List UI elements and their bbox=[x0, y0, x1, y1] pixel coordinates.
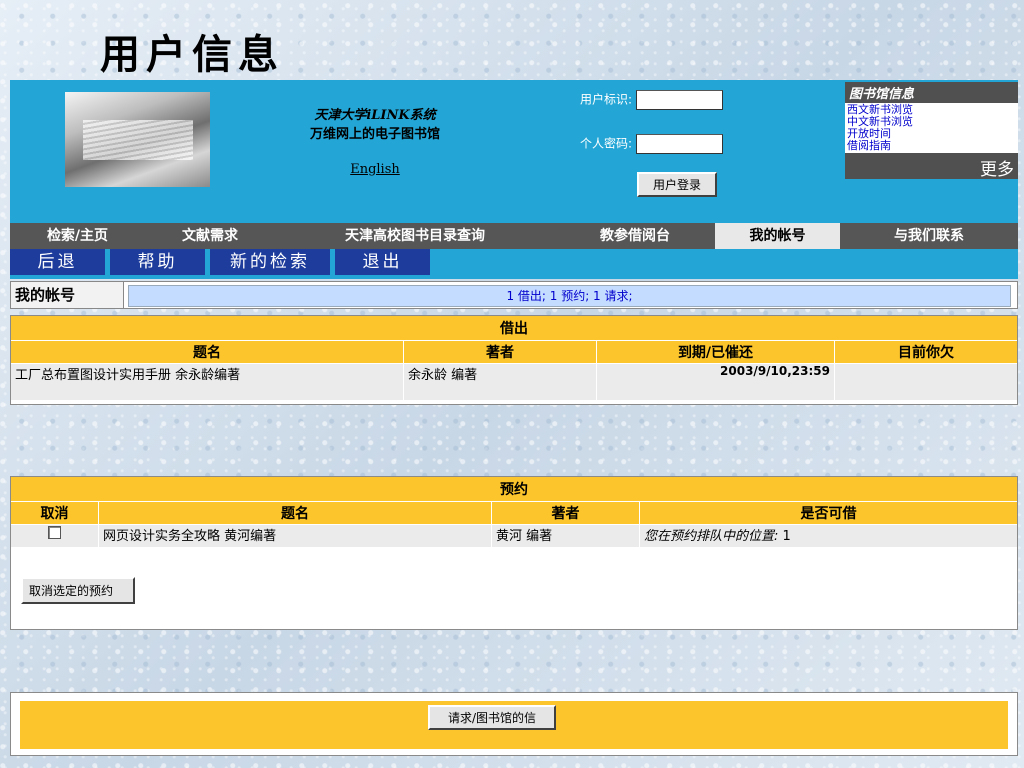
reservations-col-author: 著者 bbox=[491, 501, 640, 525]
table-row: 工厂总布置图设计实用手册 余永龄编著 余永龄 编著 2003/9/10,23:5… bbox=[11, 363, 1017, 400]
requests-bar: 请求/图书馆的信 bbox=[20, 701, 1008, 749]
nav-document-request[interactable]: 文献需求 bbox=[145, 223, 275, 249]
help-button[interactable]: 帮助 bbox=[110, 249, 205, 275]
account-summary[interactable]: 1 借出; 1 预约; 1 请求; bbox=[128, 285, 1011, 307]
loan-author: 余永龄 编著 bbox=[403, 363, 597, 400]
reservation-author: 黄河 编著 bbox=[491, 524, 640, 547]
nav-reserve-desk[interactable]: 教参借阅台 bbox=[555, 223, 715, 249]
loans-col-due: 到期/已催还 bbox=[596, 340, 835, 364]
library-system-name: 天津大学iLINK系统 bbox=[314, 108, 436, 123]
login-button[interactable]: 用户登录 bbox=[637, 172, 718, 197]
new-search-button[interactable]: 新的检索 bbox=[210, 249, 330, 275]
user-id-input[interactable] bbox=[636, 90, 724, 110]
slide-title: 用户信息 bbox=[100, 31, 284, 78]
password-label: 个人密码: bbox=[580, 136, 633, 151]
loan-owed bbox=[834, 363, 1017, 400]
password-input[interactable] bbox=[636, 134, 724, 154]
loan-title[interactable]: 工厂总布置图设计实用手册 余永龄编著 bbox=[11, 363, 404, 400]
library-info-title: 图书馆信息 bbox=[845, 82, 1018, 103]
loans-title: 借出 bbox=[11, 316, 1017, 341]
cancel-reservations-button[interactable]: 取消选定的预约 bbox=[21, 577, 136, 604]
requests-panel: 请求/图书馆的信 bbox=[10, 692, 1018, 756]
reservation-queue-position: 1 bbox=[782, 529, 791, 544]
reservations-title: 预约 bbox=[11, 477, 1017, 502]
borrowing-guide-link[interactable]: 借阅指南 bbox=[847, 140, 1016, 152]
book-image bbox=[65, 92, 210, 187]
library-name: 天津大学iLINK系统 万维网上的电子图书馆 English bbox=[300, 104, 450, 177]
reservation-queue-label: 您在预约排队中的位置: bbox=[644, 529, 779, 544]
nav-tianjin-catalog[interactable]: 天津高校图书目录查询 bbox=[275, 223, 555, 249]
user-id-label: 用户标识: bbox=[580, 92, 633, 107]
requests-letters-button[interactable]: 请求/图书馆的信 bbox=[428, 705, 557, 730]
reservation-title[interactable]: 网页设计实务全攻略 黄河编著 bbox=[98, 524, 492, 547]
reservations-col-available: 是否可借 bbox=[639, 501, 1017, 525]
reservations-col-cancel: 取消 bbox=[11, 501, 99, 525]
more-link[interactable]: 更多 bbox=[845, 153, 1018, 180]
library-subtitle: 万维网上的电子图书馆 bbox=[309, 127, 440, 142]
header-banner: 天津大学iLINK系统 万维网上的电子图书馆 English 用户标识: 个人密… bbox=[10, 80, 1018, 223]
nav-my-account[interactable]: 我的帐号 bbox=[715, 223, 840, 249]
account-label: 我的帐号 bbox=[11, 282, 124, 308]
main-nav: 检索/主页 文献需求 天津高校图书目录查询 教参借阅台 我的帐号 与我们联系 bbox=[10, 223, 1018, 249]
loans-col-title: 题名 bbox=[11, 340, 404, 364]
loans-panel: 借出 题名 著者 到期/已催还 目前你欠 工厂总布置图设计实用手册 余永龄编著 … bbox=[10, 315, 1018, 405]
reservation-status: 您在预约排队中的位置: 1 bbox=[639, 524, 1017, 547]
exit-button[interactable]: 退出 bbox=[335, 249, 430, 275]
cancel-checkbox[interactable] bbox=[48, 526, 61, 539]
table-row: 网页设计实务全攻略 黄河编著 黄河 编著 您在预约排队中的位置: 1 bbox=[11, 524, 1017, 547]
loan-due: 2003/9/10,23:59 bbox=[596, 363, 835, 400]
sub-nav: 后退 帮助 新的检索 退出 bbox=[10, 249, 1018, 279]
loans-col-owed: 目前你欠 bbox=[834, 340, 1017, 364]
reservations-panel: 预约 取消 题名 著者 是否可借 网页设计实务全攻略 黄河编著 黄河 编著 您在… bbox=[10, 476, 1018, 630]
english-link[interactable]: English bbox=[350, 162, 400, 177]
back-button[interactable]: 后退 bbox=[10, 249, 105, 275]
nav-search-home[interactable]: 检索/主页 bbox=[10, 223, 145, 249]
library-info-links: 西文新书浏览 中文新书浏览 开放时间 借阅指南 bbox=[845, 103, 1018, 153]
account-bar: 我的帐号 1 借出; 1 预约; 1 请求; bbox=[10, 281, 1018, 309]
reservations-col-title: 题名 bbox=[98, 501, 492, 525]
library-info-box: 图书馆信息 西文新书浏览 中文新书浏览 开放时间 借阅指南 更多 bbox=[845, 82, 1018, 197]
loans-col-author: 著者 bbox=[403, 340, 597, 364]
nav-contact-us[interactable]: 与我们联系 bbox=[840, 223, 1018, 249]
